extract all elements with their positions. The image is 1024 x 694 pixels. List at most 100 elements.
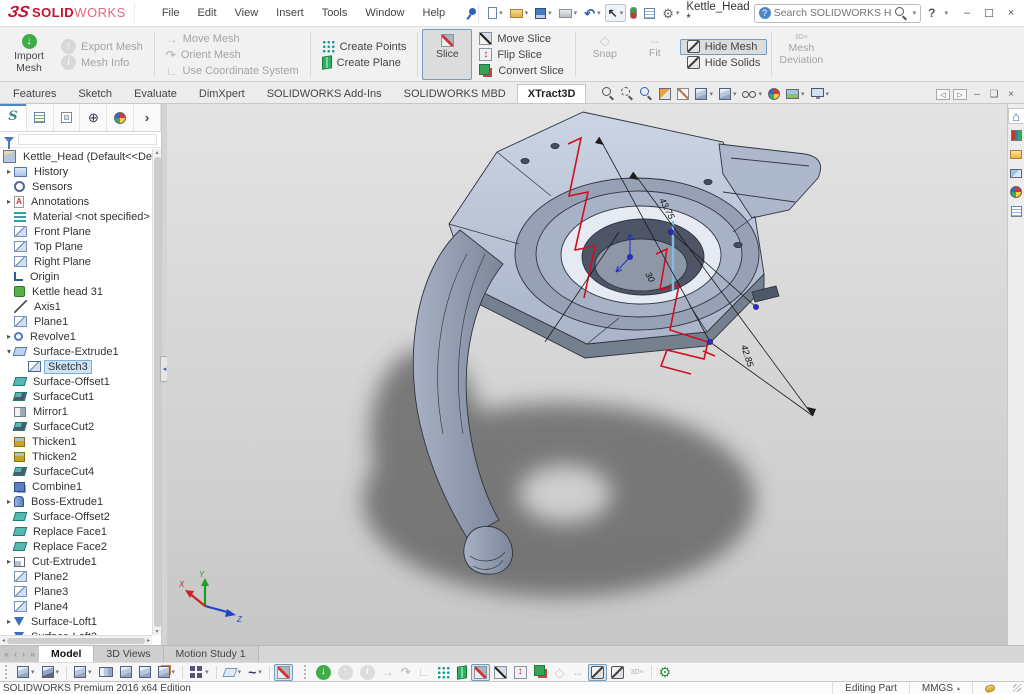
spline-tool-button[interactable]: ▾ [245, 663, 265, 681]
view-settings-button[interactable]: ▾ [809, 87, 832, 101]
restore-document-icon[interactable]: ❏ [987, 89, 1001, 100]
view-palette-button[interactable] [1008, 165, 1024, 181]
minimize-document-icon[interactable]: – [970, 89, 984, 100]
menu-tools[interactable]: Tools [313, 4, 357, 22]
scroll-up-icon[interactable]: ▴ [155, 149, 158, 156]
select-button[interactable]: ▾ [605, 4, 627, 22]
view-settings-dropdown-icon[interactable]: ▾ [826, 90, 830, 98]
displaymanager-tab[interactable] [107, 104, 134, 131]
tree-item-top-plane[interactable]: Top Plane [0, 239, 152, 254]
options-dropdown-icon[interactable]: ▾ [676, 9, 680, 17]
tree-item-front-plane[interactable]: Front Plane [0, 224, 152, 239]
move-mesh-button[interactable] [379, 664, 397, 680]
open-button[interactable]: ▾ [507, 6, 532, 21]
last-tab-button[interactable]: » [28, 649, 37, 659]
solid-cube-tool-button[interactable] [136, 664, 154, 680]
rebuild-button[interactable] [627, 4, 640, 22]
display-style-button[interactable]: ▾ [717, 87, 739, 101]
spline-tool-dropdown-icon[interactable]: ▾ [258, 668, 262, 676]
move-mesh-button[interactable]: Move Mesh [159, 31, 306, 47]
hide-show-items-dropdown-icon[interactable]: ▾ [758, 90, 762, 98]
toolbar-drag-handle[interactable] [304, 665, 309, 679]
doc-tab-model[interactable]: Model [39, 646, 94, 662]
first-tab-button[interactable]: « [2, 649, 11, 659]
tree-item-origin[interactable]: Origin [0, 269, 152, 284]
extrude-tool-button[interactable]: ▾ [14, 664, 38, 680]
tree-item-thicken2[interactable]: Thicken2 [0, 449, 152, 464]
menu-insert[interactable]: Insert [267, 4, 313, 22]
tree-item-material-not-specified[interactable]: Material <not specified> [0, 209, 152, 224]
featuremanager-tab[interactable] [0, 104, 27, 131]
close-button[interactable]: × [1000, 4, 1022, 22]
tree-item-right-plane[interactable]: Right Plane [0, 254, 152, 269]
doc-tab-3d-views[interactable]: 3D Views [94, 646, 163, 662]
fit-button[interactable] [569, 664, 587, 680]
view-cube-tool-button[interactable]: ▾ [71, 664, 95, 680]
edit-cube-tool-dropdown-icon[interactable]: ▾ [172, 668, 176, 676]
hide-show-items-button[interactable]: ▾ [740, 89, 764, 99]
zoom-to-area-button[interactable] [619, 86, 636, 101]
help-menu[interactable]: ? [925, 6, 938, 20]
hide-solids-button[interactable] [608, 664, 627, 681]
options-button[interactable]: ▾ [659, 4, 682, 23]
pattern-tool-button[interactable]: ▾ [187, 664, 212, 681]
tab-features[interactable]: Features [2, 84, 67, 103]
tab-xtract3d[interactable]: XTract3D [517, 84, 587, 103]
task-pane-home-button[interactable] [1008, 108, 1024, 124]
doc-tab-motion-study-1[interactable]: Motion Study 1 [164, 646, 259, 662]
previous-window-icon[interactable]: ◁ [936, 89, 950, 100]
flip-slice-button[interactable] [511, 664, 530, 681]
expander-icon[interactable]: ▸ [4, 167, 14, 176]
mesh-info-button[interactable]: Mesh Info [54, 55, 150, 71]
cut-tool-dropdown-icon[interactable]: ▾ [56, 668, 60, 676]
tab-dimxpert[interactable]: DimXpert [188, 84, 256, 103]
apply-scene-dropdown-icon[interactable]: ▾ [801, 90, 805, 98]
propertymanager-tab[interactable] [27, 104, 54, 131]
create-plane-button[interactable] [454, 664, 470, 681]
print-button[interactable]: ▾ [556, 6, 581, 21]
expander-icon[interactable]: ▸ [4, 197, 14, 206]
move-slice-button[interactable] [491, 664, 510, 681]
next-tab-button[interactable]: › [20, 649, 27, 659]
maximize-button[interactable]: ☐ [978, 4, 1000, 22]
export-mesh-button[interactable] [335, 663, 356, 682]
create-points-button[interactable]: Create Points [315, 39, 414, 55]
search-input[interactable] [774, 7, 892, 19]
scroll-thumb[interactable] [7, 638, 145, 644]
extrude-tool-dropdown-icon[interactable]: ▾ [31, 668, 35, 676]
select-dropdown-icon[interactable]: ▾ [620, 9, 624, 17]
filter-field[interactable] [18, 134, 157, 145]
tree-item-surface-offset1[interactable]: Surface-Offset1 [0, 374, 152, 389]
model-3d[interactable]: 43.75 30 42.85 Y X Z [167, 104, 1007, 645]
tree-item-surface-offset2[interactable]: Surface-Offset2 [0, 509, 152, 524]
edit-cube-tool-button[interactable]: ▾ [155, 664, 179, 680]
display-style-dropdown-icon[interactable]: ▾ [733, 90, 737, 98]
export-mesh-button[interactable]: Export Mesh [54, 39, 150, 55]
appearances-scenes-button[interactable] [1008, 184, 1024, 200]
use-coordinate-system-button[interactable]: Use Coordinate System [159, 63, 306, 79]
tree-item-cut-extrude1[interactable]: ▸Cut-Extrude1 [0, 554, 152, 569]
filter-icon[interactable] [4, 137, 14, 143]
mesh-deviation-button[interactable] [628, 667, 647, 678]
file-properties-button[interactable] [641, 5, 658, 22]
slice-sketch-tool-button[interactable] [274, 664, 293, 681]
undo-dropdown-icon[interactable]: ▾ [597, 9, 601, 17]
scroll-right-icon[interactable]: ▸ [147, 637, 150, 644]
cut-tool-button[interactable]: ▾ [39, 664, 63, 680]
search-icon[interactable] [895, 7, 908, 20]
units-dropdown-icon[interactable]: ▴ [957, 685, 960, 692]
convert-slice-button[interactable] [531, 663, 551, 681]
move-slice-button[interactable]: Move Slice [472, 31, 570, 47]
view-orientation-button[interactable]: ▾ [693, 87, 715, 101]
scroll-down-icon[interactable]: ▾ [155, 628, 158, 635]
tree-item-axis1[interactable]: Axis1 [0, 299, 152, 314]
dimxpertmanager-tab[interactable] [80, 104, 107, 131]
previous-view-button[interactable] [638, 86, 655, 101]
expander-icon[interactable]: ▸ [4, 332, 14, 341]
tree-item-surface-loft1[interactable]: ▸Surface-Loft1 [0, 614, 152, 629]
new-document-dropdown-icon[interactable]: ▾ [499, 9, 503, 17]
tree-item-annotations[interactable]: ▸Annotations [0, 194, 152, 209]
mesh-deviation-button[interactable]: MeshDeviation [776, 29, 826, 80]
shaded-cube-tool-button[interactable] [117, 664, 135, 680]
previous-tab-button[interactable]: ‹ [12, 649, 19, 659]
